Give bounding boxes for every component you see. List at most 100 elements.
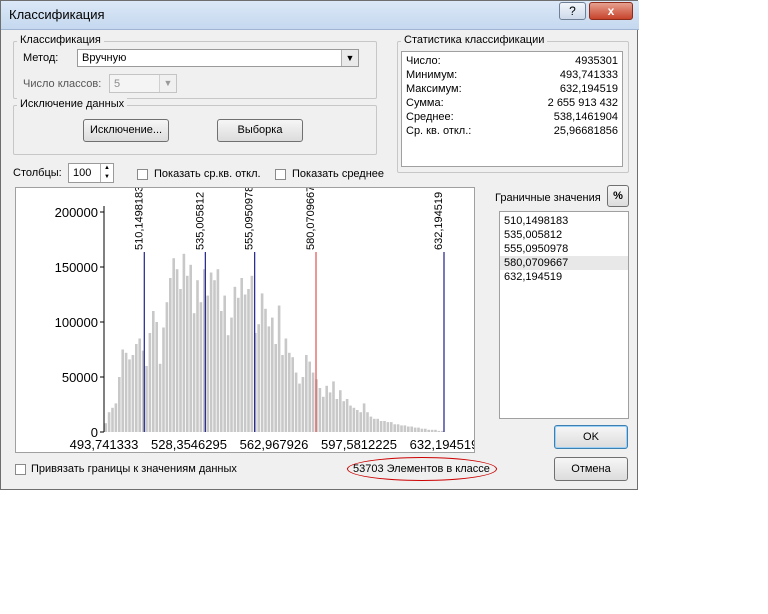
sample-button[interactable]: Выборка	[217, 119, 303, 142]
histogram-bar	[175, 269, 179, 432]
histogram-bar	[420, 428, 424, 432]
statistics-row: Минимум: 493,741333	[406, 69, 618, 83]
percent-button[interactable]: %	[607, 185, 629, 207]
histogram-bar	[373, 418, 376, 432]
histogram-bar	[369, 416, 373, 432]
histogram-bar	[169, 278, 172, 432]
y-tick-label: 50000	[62, 370, 98, 385]
histogram-bar	[427, 429, 430, 432]
break-line-label: 555,0950978	[244, 188, 256, 250]
statistics-value: 632,194519	[559, 83, 618, 95]
histogram-bar	[424, 428, 427, 432]
histogram-bar	[233, 286, 237, 432]
histogram-bar	[335, 399, 339, 432]
histogram-bar	[441, 430, 444, 432]
title-bar[interactable]: Классификация ? x	[1, 1, 639, 30]
histogram-bar	[230, 317, 233, 432]
chevron-down-icon: ▼	[159, 75, 176, 92]
histogram-bar	[226, 335, 230, 432]
histogram-bar	[352, 407, 356, 432]
x-tick-label: 562,967926	[240, 437, 309, 452]
classes-count-select: 5 ▼	[109, 74, 177, 93]
break-line-label: 580,0709667	[305, 188, 317, 250]
statistics-value: 493,741333	[559, 69, 618, 81]
chevron-down-icon[interactable]: ▼	[341, 50, 358, 66]
break-value-item[interactable]: 510,1498183	[500, 214, 628, 228]
break-value-item[interactable]: 535,005812	[500, 228, 628, 242]
statistics-row: Максимум: 632,194519	[406, 83, 618, 97]
histogram-bar	[403, 425, 407, 432]
spin-down-icon[interactable]: ▼	[100, 173, 113, 182]
statistics-row: Сумма: 2 655 913 432	[406, 97, 618, 111]
histogram-bar	[152, 311, 155, 432]
show-mean-label: Показать среднее	[292, 168, 385, 180]
statistics-label: Число:	[406, 55, 441, 67]
histogram-bar	[284, 338, 288, 432]
histogram-bar	[434, 429, 437, 432]
statistics-row: Среднее: 538,1461904	[406, 111, 618, 125]
histogram-bar	[213, 280, 216, 432]
help-button[interactable]: ?	[559, 2, 586, 20]
histogram-bar	[260, 293, 264, 432]
histogram-bar	[223, 295, 226, 432]
break-value-item[interactable]: 632,194519	[500, 270, 628, 284]
histogram-chart[interactable]: 200000150000100000500000493,741333 528,35…	[16, 188, 474, 452]
statistics-value: 4935301	[575, 55, 618, 67]
histogram-panel[interactable]: 200000 150000 100000 50000 0 493,741333 528,35…	[15, 187, 475, 453]
histogram-bar	[138, 338, 141, 432]
statistics-legend: Статистика классификации	[401, 34, 548, 46]
spin-up-icon[interactable]: ▲	[100, 164, 113, 173]
break-line-label: 535,005812	[194, 192, 206, 250]
histogram-bar	[172, 258, 175, 432]
cancel-button[interactable]: Отмена	[554, 457, 628, 481]
y-tick-label: 100000	[55, 315, 98, 330]
histogram-bar	[186, 275, 189, 432]
columns-spinner[interactable]: 100 ▲ ▼	[68, 163, 114, 183]
show-mean-checkbox[interactable]	[275, 169, 286, 180]
y-tick-label: 200000	[55, 205, 98, 220]
histogram-bar	[118, 377, 121, 432]
histogram-bar	[216, 269, 220, 432]
snap-to-data-checkbox[interactable]	[15, 464, 26, 475]
statistics-label: Сумма:	[406, 97, 444, 109]
method-dropdown[interactable]: Вручную ▼	[77, 49, 359, 67]
histogram-bar	[383, 421, 386, 432]
histogram-bar	[390, 422, 393, 432]
statistics-label: Минимум:	[406, 69, 458, 81]
histogram-bar	[107, 412, 111, 432]
show-stddev-checkbox[interactable]	[137, 169, 148, 180]
close-button[interactable]: x	[589, 2, 633, 20]
break-values-list[interactable]: 510,1498183 535,005812 555,0950978 580,0709…	[499, 211, 629, 419]
histogram-bar	[237, 297, 240, 432]
histogram-bar	[417, 427, 420, 432]
exclusion-legend: Исключение данных	[17, 98, 128, 110]
histogram-bar	[349, 405, 352, 432]
histogram-bar	[277, 305, 281, 432]
exclusion-button[interactable]: Исключение...	[83, 119, 169, 142]
histogram-bar	[396, 424, 400, 432]
histogram-bar	[301, 377, 305, 432]
histogram-bar	[196, 280, 199, 432]
histogram-bar	[267, 326, 271, 432]
histogram-bar	[264, 308, 267, 432]
histogram-bar	[288, 352, 291, 432]
histogram-bar	[189, 264, 192, 432]
classes-count-label: Число классов:	[23, 78, 102, 90]
histogram-bar	[179, 289, 182, 432]
histogram-bar	[148, 333, 152, 432]
break-value-item[interactable]: 580,0709667	[500, 256, 628, 270]
histogram-bar	[328, 392, 332, 432]
x-tick-label: 597,5812225	[321, 437, 397, 452]
ok-button[interactable]: OK	[554, 425, 628, 449]
statistics-value: 538,1461904	[553, 111, 618, 123]
histogram-bar	[206, 295, 209, 432]
histogram-bar	[325, 385, 328, 432]
histogram-bar	[430, 429, 434, 432]
classification-dialog: Классификация ? x Классификация Метод: В…	[0, 0, 639, 490]
histogram-bar	[111, 407, 114, 432]
histogram-bar	[162, 327, 165, 432]
window-title: Классификация	[9, 7, 105, 22]
method-value: Вручную	[82, 52, 127, 64]
statistics-label: Среднее:	[406, 111, 454, 123]
break-value-item[interactable]: 555,0950978	[500, 242, 628, 256]
